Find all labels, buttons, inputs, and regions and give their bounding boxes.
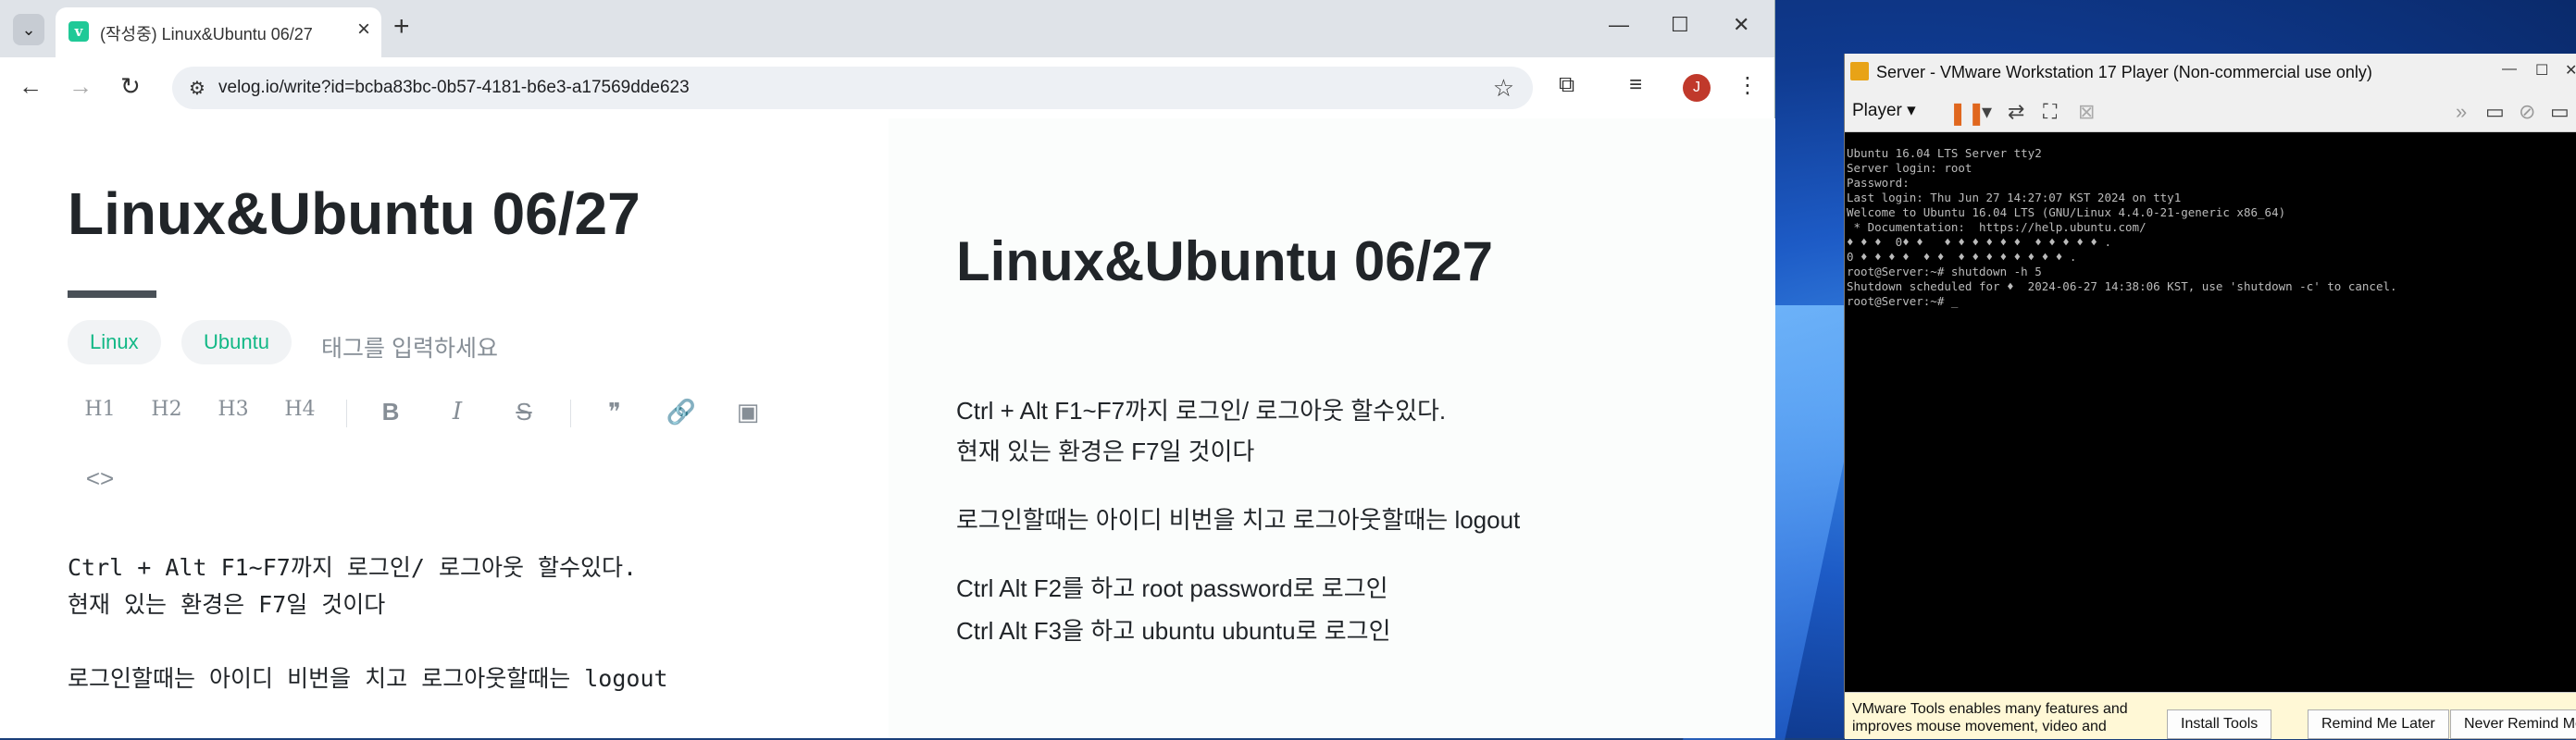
player-menu-label: Player [1852, 101, 1902, 120]
reload-icon[interactable]: ↻ [120, 72, 141, 101]
terminal-line: 0 ♦ ♦ ♦ ♦ ♦ ♦ ♦ ♦ ♦ ♦ ♦ ♦ ♦ ♦ . [1847, 250, 2077, 264]
editor-line[interactable]: 현재 있는 환경은 F7일 것이다 [68, 586, 385, 620]
terminal-line: ♦ ♦ ♦ 0♦ ♦ ♦ ♦ ♦ ♦ ♦ ♦ ♦ ♦ ♦ ♦ ♦ . [1847, 235, 2111, 249]
media-controls-icon[interactable]: ≡ [1629, 72, 1642, 98]
preview-paragraph: Ctrl Alt F2를 하고 root password로 로그인 [956, 574, 1388, 602]
quote-button[interactable]: ❞ [596, 398, 633, 426]
bookmark-star-icon[interactable]: ☆ [1493, 74, 1514, 103]
vmware-window: Server - VMware Workstation 17 Player (N… [1844, 54, 2576, 739]
never-remind-button[interactable]: Never Remind Me [2450, 709, 2576, 739]
heading1-button[interactable]: H1 [81, 398, 118, 421]
preview-paragraph: 로그인할때는 아이디 비번을 치고 로그아웃할때는 logout [956, 506, 1521, 534]
vmware-tools-notice: VMware Tools enables many features and i… [1845, 692, 2576, 739]
player-menu[interactable]: Player ▾ [1852, 100, 1916, 121]
tab-close-icon[interactable]: × [357, 17, 370, 43]
tab-search-button[interactable]: ⌄ [13, 14, 44, 45]
browser-window: ⌄ v (작성중) Linux&Ubuntu 06/27 × + — ☐ ✕ ←… [0, 0, 1775, 738]
forward-icon[interactable]: → [68, 72, 93, 101]
terminal-line: Last login: Thu Jun 27 14:27:07 KST 2024… [1847, 191, 2182, 204]
heading4-button[interactable]: H4 [281, 398, 318, 421]
profile-avatar[interactable]: J [1683, 74, 1711, 102]
editor-line[interactable]: 로그인할때는 아이디 비번을 치고 로그아웃할때는 logout [68, 660, 668, 694]
address-bar[interactable]: ⚙ velog.io/write?id=bcba83bc-0b57-4181-b… [172, 67, 1533, 109]
tag-input[interactable]: 태그를 입력하세요 [321, 330, 498, 364]
title-underline [68, 290, 156, 298]
send-ctrl-alt-del-icon[interactable]: ⇄ [2008, 100, 2024, 124]
code-block-icon[interactable]: <> [81, 464, 118, 493]
vmware-title: Server - VMware Workstation 17 Player (N… [1876, 63, 2372, 81]
usb-icon[interactable]: ▭ [2550, 100, 2570, 124]
maximize-icon[interactable]: ☐ [1671, 13, 1689, 37]
preview-title: Linux&Ubuntu 06/27 [956, 230, 1494, 292]
terminal-line: root@Server:~# _ [1847, 294, 1959, 308]
preview-pane: Linux&Ubuntu 06/27 Ctrl + Alt F1~F7까지 로그… [889, 118, 1775, 738]
editor-pane: Linux&Ubuntu 06/27 Linux Ubuntu 태그를 입력하세… [0, 118, 889, 738]
image-icon[interactable]: ▣ [729, 398, 766, 426]
chevron-down-icon: ▾ [1907, 101, 1916, 120]
terminal-output[interactable]: Ubuntu 16.04 LTS Server tty2 Server login… [1847, 146, 2569, 309]
back-icon[interactable]: ← [19, 72, 43, 101]
terminal-line: Password: [1847, 176, 1910, 190]
browser-toolbar: ← → ↻ ⚙ velog.io/write?id=bcba83bc-0b57-… [0, 57, 1774, 119]
menu-kebab-icon[interactable]: ⋮ [1736, 72, 1759, 99]
tab-title: (작성중) Linux&Ubuntu 06/27 [100, 25, 313, 43]
tab-active[interactable]: v (작성중) Linux&Ubuntu 06/27 × [56, 7, 381, 57]
terminal-line: Shutdown scheduled for ♦ 2024-06-27 14:3… [1847, 279, 2397, 293]
extensions-icon[interactable]: ⧉ [1559, 72, 1574, 98]
pause-icon[interactable]: ❚❚ [1948, 100, 1985, 127]
link-icon[interactable]: 🔗 [663, 398, 700, 426]
install-tools-button[interactable]: Install Tools [2167, 709, 2272, 739]
close-window-icon[interactable]: ✕ [1733, 13, 1749, 37]
tag-ubuntu[interactable]: Ubuntu [181, 320, 292, 364]
remind-later-button[interactable]: Remind Me Later [2308, 709, 2449, 739]
vmware-tools-message: VMware Tools enables many features and i… [1852, 701, 2128, 734]
preview-paragraph: Ctrl Alt F3을 하고 ubuntu ubuntu로 로그인 [956, 617, 1391, 645]
vmware-titlebar: Server - VMware Workstation 17 Player (N… [1845, 54, 2576, 91]
toolbar-divider [346, 400, 347, 427]
vmware-toolbar: Player ▾ ❚❚ ▾ ⇄ ⛶ ⊠ » ▭ ⊘ ▭ [1845, 91, 2576, 132]
terminal-line: Server login: root [1847, 161, 1972, 175]
pause-dropdown-icon[interactable]: ▾ [1982, 100, 1992, 124]
preview-paragraph: Ctrl + Alt F1~F7까지 로그인/ 로그아웃 할수있다. [956, 397, 1447, 425]
vm-minimize-icon[interactable]: — [2502, 61, 2517, 78]
drive-icon[interactable]: ▭ [2485, 100, 2505, 124]
italic-button[interactable]: I [439, 398, 476, 426]
tag-linux[interactable]: Linux [68, 320, 161, 364]
terminal-line: * Documentation: https://help.ubuntu.com… [1847, 220, 2147, 234]
terminal-line: Welcome to Ubuntu 16.04 LTS (GNU/Linux 4… [1847, 205, 2286, 219]
tab-strip: ⌄ v (작성중) Linux&Ubuntu 06/27 × + — ☐ ✕ [0, 0, 1774, 57]
preview-paragraph: 현재 있는 환경은 F7일 것이다 [956, 438, 1255, 465]
forward-arrows-icon[interactable]: » [2456, 100, 2467, 124]
heading3-button[interactable]: H3 [215, 398, 252, 421]
post-title-input[interactable]: Linux&Ubuntu 06/27 [68, 179, 641, 248]
vm-maximize-icon[interactable]: ☐ [2535, 61, 2548, 80]
site-info-icon[interactable]: ⚙ [189, 77, 205, 100]
toolbar-divider [570, 400, 571, 427]
strikethrough-button[interactable]: S [505, 398, 542, 426]
heading2-button[interactable]: H2 [148, 398, 185, 421]
unity-icon[interactable]: ⊠ [2078, 100, 2095, 124]
vm-close-icon[interactable]: ✕ [2565, 61, 2576, 80]
vmware-logo-icon [1850, 62, 1869, 80]
terminal-line: Ubuntu 16.04 LTS Server tty2 [1847, 146, 2042, 160]
bold-button[interactable]: B [372, 398, 409, 426]
minimize-icon[interactable]: — [1609, 13, 1629, 37]
network-icon[interactable]: ⊘ [2519, 100, 2535, 124]
editor-line[interactable]: Ctrl + Alt F1~F7까지 로그인/ 로그아웃 할수있다. [68, 549, 637, 583]
terminal-line: root@Server:~# shutdown -h 5 [1847, 265, 2042, 278]
fullscreen-icon[interactable]: ⛶ [2043, 100, 2057, 124]
velog-favicon-icon: v [68, 21, 89, 42]
url-text[interactable]: velog.io/write?id=bcba83bc-0b57-4181-b6e… [218, 78, 690, 98]
new-tab-button[interactable]: + [393, 11, 410, 43]
